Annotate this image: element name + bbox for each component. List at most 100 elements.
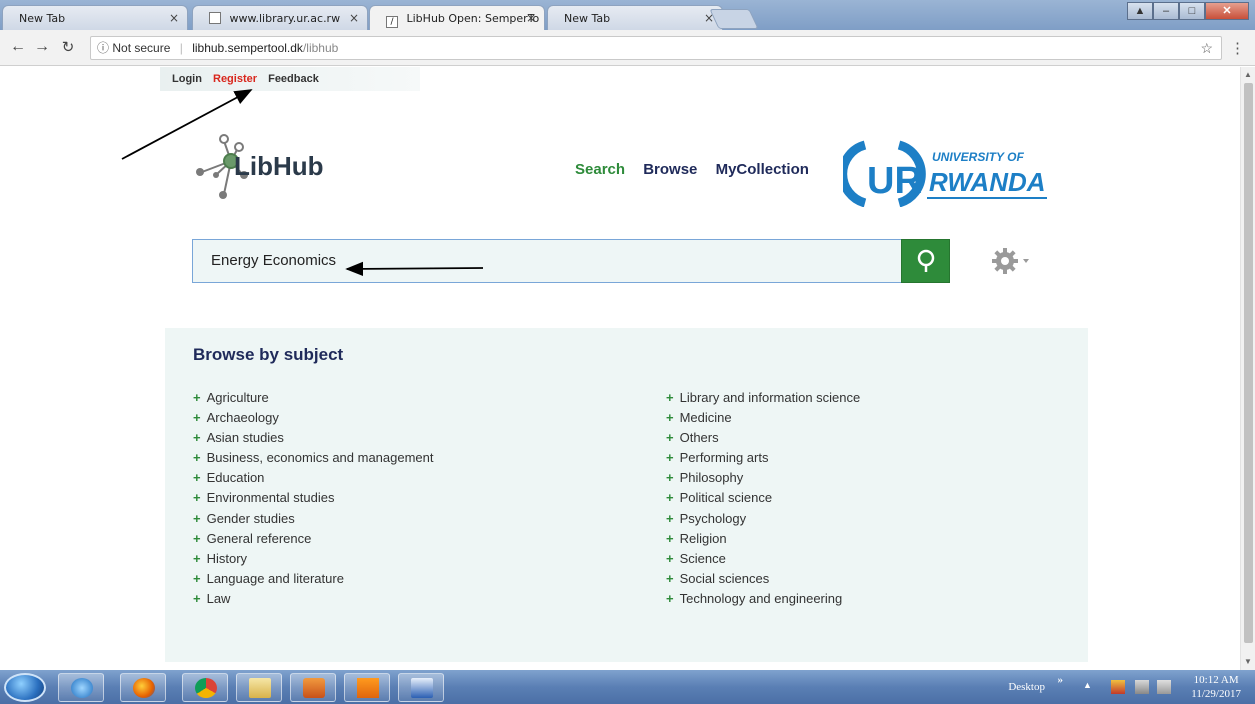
search-button[interactable] — [901, 239, 950, 283]
tab-title: www.library.ur.ac.rw — [229, 12, 341, 25]
subject-item[interactable]: + Technology and engineering — [666, 589, 860, 609]
subject-label: Technology and engineering — [679, 590, 843, 606]
nav-search[interactable]: Search — [575, 161, 625, 178]
subject-item[interactable]: + Business, economics and management — [193, 448, 434, 468]
subject-label: Education — [206, 470, 265, 486]
tab-title: New Tab — [19, 12, 66, 25]
page-scrollbar[interactable]: ▲ ▼ — [1240, 67, 1255, 670]
plus-icon: + — [666, 510, 674, 526]
info-icon[interactable]: ⓘ — [97, 41, 109, 55]
minimize-button[interactable]: – — [1153, 2, 1179, 20]
subject-item[interactable]: + Social sciences — [666, 569, 860, 589]
network-tray-icon[interactable] — [1135, 680, 1149, 694]
subject-item[interactable]: + Law — [193, 589, 434, 609]
media-player-taskbar-icon[interactable] — [290, 673, 336, 702]
subject-item[interactable]: + Science — [666, 549, 860, 569]
file-explorer-taskbar-icon[interactable] — [236, 673, 282, 702]
browser-tab[interactable]: New Tab × — [547, 5, 723, 30]
ur-logo-line2: RWANDA — [929, 167, 1046, 197]
subject-label: Environmental studies — [206, 490, 335, 506]
browser-tab-strip: New Tab × www.library.ur.ac.rw × / LibHu… — [0, 0, 1255, 31]
plus-icon: + — [666, 470, 674, 486]
subject-item[interactable]: + Asian studies — [193, 428, 434, 448]
register-link[interactable]: Register — [213, 73, 257, 85]
plus-icon: + — [666, 430, 674, 446]
new-tab-button[interactable] — [709, 9, 759, 29]
subject-item[interactable]: + Psychology — [666, 509, 860, 529]
chrome-menu-icon[interactable]: ⋮ — [1230, 39, 1245, 57]
browse-by-subject-panel: Browse by subject + Agriculture + Archaeol… — [165, 328, 1088, 662]
plus-icon: + — [193, 550, 201, 566]
toolbar-chevron-icon[interactable]: » — [1058, 674, 1064, 686]
subject-item[interactable]: + Religion — [666, 529, 860, 549]
subject-item[interactable]: + Archaeology — [193, 408, 434, 428]
settings-gear-icon[interactable] — [990, 248, 1030, 274]
ur-logo-line1: UNIVERSITY OF — [932, 150, 1024, 164]
subject-item[interactable]: + Agriculture — [193, 388, 434, 408]
subject-item[interactable]: + Environmental studies — [193, 488, 434, 508]
volume-tray-icon[interactable] — [1157, 680, 1171, 694]
subject-item[interactable]: + Philosophy — [666, 468, 860, 488]
plus-icon: + — [193, 410, 201, 426]
firefox-taskbar-icon[interactable] — [120, 673, 166, 702]
feedback-link[interactable]: Feedback — [268, 73, 319, 85]
plus-icon: + — [666, 390, 674, 405]
libhub-favicon-icon: / — [386, 16, 398, 28]
tab-close-icon[interactable]: × — [349, 6, 359, 30]
scrollbar-thumb[interactable] — [1244, 83, 1253, 643]
vlc-taskbar-icon[interactable] — [344, 673, 390, 702]
maximize-button[interactable]: □ — [1179, 2, 1205, 20]
back-arrow-icon[interactable]: ← — [8, 38, 28, 56]
subject-label: Psychology — [679, 510, 747, 526]
scroll-down-icon[interactable]: ▼ — [1244, 657, 1252, 666]
chrome-taskbar-icon[interactable] — [182, 673, 228, 702]
nav-browse[interactable]: Browse — [643, 161, 697, 178]
plus-icon: + — [666, 450, 674, 466]
subject-item[interactable]: + Others — [666, 428, 860, 448]
start-button[interactable] — [4, 673, 46, 702]
subject-item[interactable]: + Language and literature — [193, 569, 434, 589]
reload-icon[interactable]: ↻ — [58, 38, 78, 56]
search-input[interactable] — [211, 252, 901, 269]
tab-close-icon[interactable]: × — [169, 6, 179, 30]
bookmark-star-icon[interactable]: ☆ — [1200, 37, 1213, 59]
login-link[interactable]: Login — [172, 73, 202, 85]
desktop-toolbar-label[interactable]: Desktop — [1008, 681, 1045, 693]
window-controls: ▲ – □ ✕ — [1127, 2, 1249, 20]
subject-label: Library and information science — [679, 390, 861, 405]
browser-tab[interactable]: New Tab × — [2, 5, 188, 30]
subject-item[interactable]: + Medicine — [666, 408, 860, 428]
subject-item[interactable]: + Gender studies — [193, 509, 434, 529]
nav-mycollection[interactable]: MyCollection — [716, 161, 809, 178]
clock[interactable]: 10:12 AM 11/29/2017 — [1191, 673, 1241, 701]
subject-label: Philosophy — [679, 470, 744, 486]
subject-label: Performing arts — [679, 450, 769, 466]
ie-taskbar-icon[interactable] — [58, 673, 104, 702]
libhub-logo-text[interactable]: LibHub — [234, 151, 324, 182]
tab-close-icon[interactable]: × — [526, 6, 536, 31]
plus-icon: + — [193, 470, 201, 486]
page-viewport: Login Register Feedback LibHub Search Br… — [0, 67, 1240, 670]
browser-tab-active[interactable]: / LibHub Open: SemperTo × — [369, 5, 545, 31]
browser-tab[interactable]: www.library.ur.ac.rw × — [192, 5, 368, 30]
subject-item[interactable]: + History — [193, 549, 434, 569]
subject-item[interactable]: + Education — [193, 468, 434, 488]
close-window-button[interactable]: ✕ — [1205, 2, 1249, 20]
restore-user-icon[interactable]: ▲ — [1127, 2, 1153, 20]
subject-item[interactable]: + General reference — [193, 529, 434, 549]
search-field[interactable] — [192, 239, 902, 283]
show-hidden-icons-icon[interactable]: ▲ — [1083, 680, 1097, 694]
subject-item[interactable]: + Library and information science — [666, 388, 860, 408]
subject-label: General reference — [206, 530, 312, 546]
subject-item[interactable]: + Performing arts — [666, 448, 860, 468]
subject-item[interactable]: + Political science — [666, 488, 860, 508]
plus-icon: + — [666, 410, 674, 426]
scroll-up-icon[interactable]: ▲ — [1244, 70, 1252, 79]
flag-tray-icon[interactable] — [1111, 680, 1125, 694]
address-bar[interactable]: ⓘ Not secure | libhub.sempertool.dk/libh… — [90, 36, 1222, 60]
university-of-rwanda-logo[interactable]: UR UNIVERSITY OF RWANDA — [843, 137, 1053, 207]
forward-arrow-icon[interactable]: → — [32, 38, 52, 56]
url-separator: | — [179, 41, 183, 55]
word-taskbar-icon[interactable] — [398, 673, 444, 702]
plus-icon: + — [193, 590, 201, 606]
